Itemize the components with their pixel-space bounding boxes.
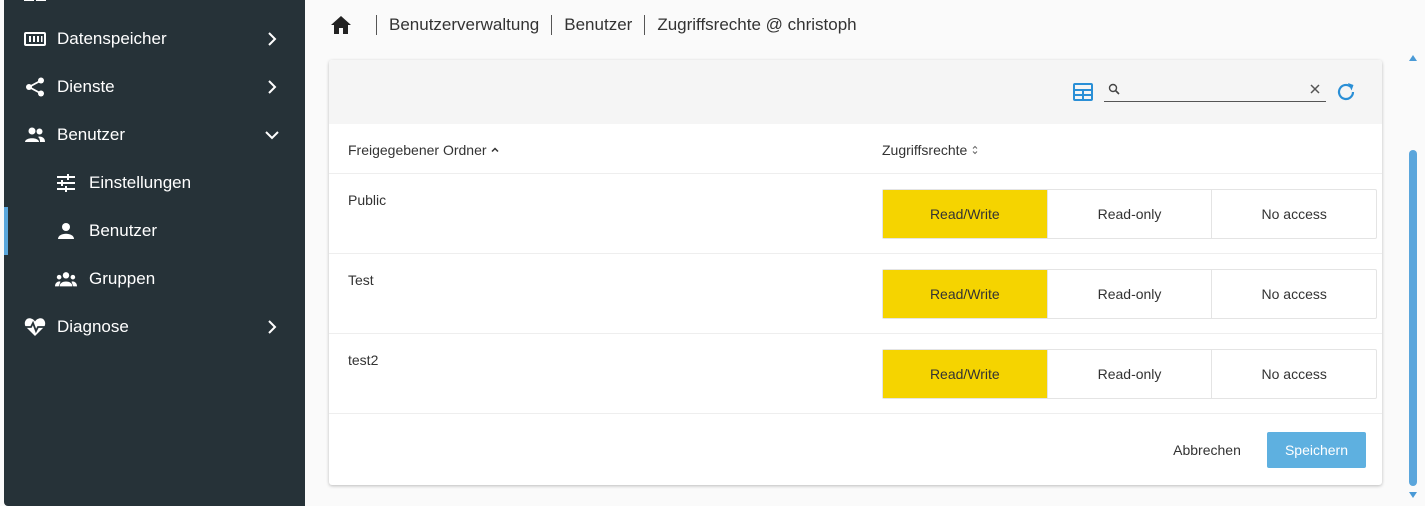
sidebar-item-datenspeicher[interactable]: Datenspeicher <box>4 15 305 63</box>
option-read-write[interactable]: Read/Write <box>883 190 1047 238</box>
sidebar-item-einstellungen[interactable]: Einstellungen <box>4 159 305 207</box>
scrollbar-thumb[interactable] <box>1409 150 1417 486</box>
scrollbar[interactable] <box>1405 48 1421 506</box>
breadcrumb-benutzer[interactable]: Benutzer <box>564 15 632 35</box>
clear-icon[interactable] <box>1308 82 1322 96</box>
option-no-access[interactable]: No access <box>1211 190 1376 238</box>
option-read-only[interactable]: Read-only <box>1046 350 1212 398</box>
column-header-folder[interactable]: Freigegebener Ordner <box>348 142 500 158</box>
search-input[interactable] <box>1126 80 1302 100</box>
sort-icon <box>972 145 978 155</box>
sidebar-item-label: Einstellungen <box>89 173 192 192</box>
breadcrumb-separator <box>644 15 646 35</box>
permissions-card: Freigegebener Ordner Zugriffsrechte Publ… <box>329 60 1382 485</box>
folder-name: Public <box>348 192 387 208</box>
breadcrumb-current: Zugriffsrechte @ christoph <box>657 15 857 34</box>
table-row: Public Read/Write Read-only No access <box>329 174 1382 254</box>
sort-ascending-icon <box>491 147 499 153</box>
share-icon <box>24 76 46 98</box>
save-button[interactable]: Speichern <box>1267 432 1366 468</box>
refresh-icon[interactable] <box>1334 80 1358 104</box>
sidebar-item-label: Gruppen <box>89 269 156 288</box>
scroll-up-icon[interactable] <box>1408 54 1418 62</box>
permission-selector: Read/Write Read-only No access <box>882 189 1377 239</box>
sidebar-item-label: Benutzer <box>89 221 158 240</box>
folder-name: Test <box>348 272 374 288</box>
card-footer: Abbrechen Speichern <box>329 414 1382 485</box>
option-no-access[interactable]: No access <box>1211 270 1376 318</box>
users-icon <box>24 124 46 146</box>
home-icon[interactable] <box>330 14 352 36</box>
sidebar: Datenspeicher Dienste Benutzer Einstellu… <box>4 0 305 506</box>
user-icon <box>55 220 77 242</box>
column-header-label: Zugriffsrechte <box>882 142 968 158</box>
breadcrumb-separator <box>376 15 377 35</box>
option-read-write[interactable]: Read/Write <box>883 270 1047 318</box>
sidebar-item-label: Datenspeicher <box>57 29 167 48</box>
option-read-only[interactable]: Read-only <box>1046 190 1212 238</box>
chevron-right-icon <box>268 32 277 46</box>
permission-selector: Read/Write Read-only No access <box>882 269 1377 319</box>
table-row: test2 Read/Write Read-only No access <box>329 334 1382 414</box>
table-row: Test Read/Write Read-only No access <box>329 254 1382 334</box>
sidebar-item-benutzer-sub[interactable]: Benutzer <box>4 207 305 255</box>
permission-selector: Read/Write Read-only No access <box>882 349 1377 399</box>
sidebar-item-label: Benutzer <box>57 125 126 144</box>
breadcrumb-separator <box>551 15 553 35</box>
cancel-button[interactable]: Abbrechen <box>1159 432 1255 468</box>
option-read-only[interactable]: Read-only <box>1046 270 1212 318</box>
table-toolbar <box>329 60 1382 124</box>
tune-icon <box>55 172 77 194</box>
sidebar-item-dienste[interactable]: Dienste <box>4 63 305 111</box>
search-box <box>1104 80 1326 102</box>
column-header-permissions[interactable]: Zugriffsrechte <box>882 142 980 158</box>
breadcrumb: Benutzerverwaltung Benutzer Zugriffsrech… <box>330 13 857 37</box>
table-header: Freigegebener Ordner Zugriffsrechte <box>329 124 1382 174</box>
scroll-down-icon[interactable] <box>1408 491 1418 499</box>
sidebar-item-label: Dienste <box>57 77 115 96</box>
option-read-write[interactable]: Read/Write <box>883 350 1047 398</box>
chevron-down-icon <box>265 131 279 140</box>
search-icon <box>1108 83 1120 95</box>
folder-name: test2 <box>348 352 379 368</box>
sidebar-item-diagnose[interactable]: Diagnose <box>4 303 305 351</box>
column-header-label: Freigegebener Ordner <box>348 142 487 158</box>
dashboard-icon <box>24 0 46 1</box>
groups-icon <box>55 268 77 290</box>
breadcrumb-benutzerverwaltung[interactable]: Benutzerverwaltung <box>389 15 539 35</box>
option-no-access[interactable]: No access <box>1211 350 1376 398</box>
table-columns-icon[interactable] <box>1073 83 1093 101</box>
sidebar-item-gruppen[interactable]: Gruppen <box>4 255 305 303</box>
sidebar-item-label: Diagnose <box>57 317 129 336</box>
chevron-right-icon <box>268 80 277 94</box>
heart-pulse-icon <box>24 316 46 338</box>
chevron-right-icon <box>268 320 277 334</box>
sidebar-item-benutzer[interactable]: Benutzer <box>4 111 305 159</box>
storage-icon <box>24 28 46 50</box>
